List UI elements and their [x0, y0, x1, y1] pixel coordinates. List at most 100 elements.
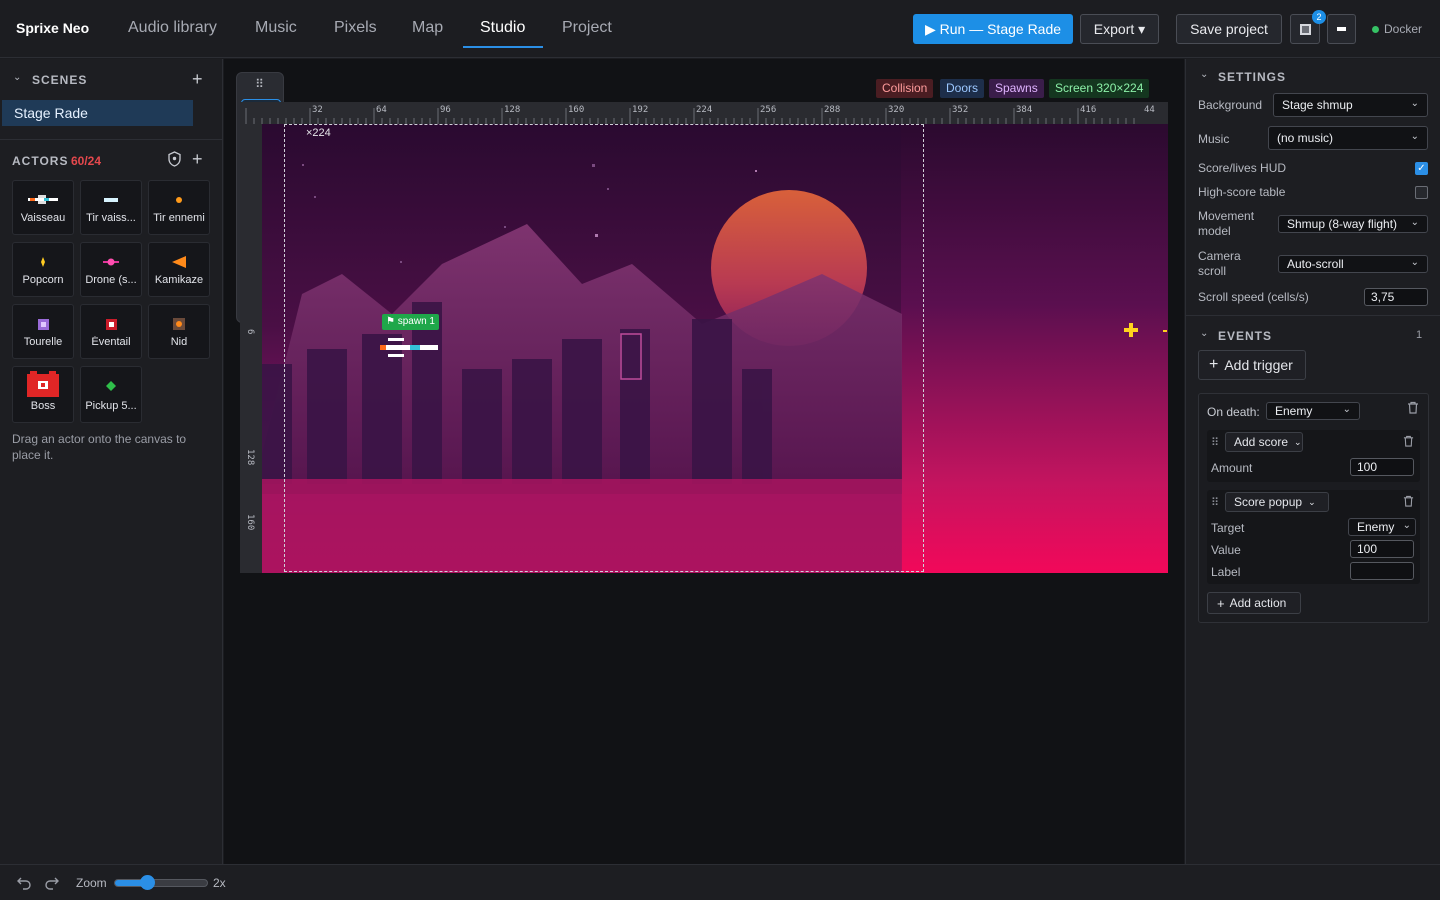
actor-card-vaisseau[interactable]: Vaisseau — [12, 180, 74, 235]
actor-label: Boss — [30, 400, 56, 412]
highscore-label: High-score table — [1198, 185, 1286, 199]
drag-handle-icon[interactable]: ⠿ — [1211, 496, 1219, 509]
target-select[interactable]: Enemy ⌄ — [1348, 518, 1416, 536]
chevron-down-icon: ⌄ — [1410, 131, 1419, 142]
save-project-button[interactable]: Save project — [1176, 14, 1282, 44]
add-action-button[interactable]: + Add action — [1207, 592, 1301, 614]
value-input[interactable]: 100 — [1350, 540, 1414, 558]
actor-label: Tir vaiss... — [86, 212, 136, 224]
actor-card-boss[interactable]: Boss — [12, 366, 74, 423]
ruler-tick-label: 96 — [440, 105, 451, 115]
chevron-down-icon: ⌄ — [1410, 98, 1419, 109]
add-action-label: Add action — [1229, 596, 1287, 610]
player-ship[interactable] — [380, 338, 438, 363]
tab-audio-library[interactable]: Audio library — [128, 19, 217, 37]
delete-event-icon[interactable] — [1407, 401, 1419, 417]
delete-action-icon[interactable] — [1403, 495, 1414, 510]
spawn-badge[interactable]: ⚑ spawn 1 — [382, 314, 439, 330]
actor-card-tir-ennemi[interactable]: Tir ennemi — [148, 180, 210, 235]
actor-label: Kamikaze — [154, 274, 204, 286]
scroll-speed-input[interactable]: 3,75 — [1364, 288, 1428, 306]
tab-map[interactable]: Map — [412, 19, 443, 37]
trigger-select[interactable]: Enemy ⌄ — [1266, 402, 1360, 420]
trigger-label: On death: — [1207, 405, 1260, 419]
hud-checkbox[interactable]: ✓ — [1415, 162, 1428, 175]
highscore-checkbox[interactable] — [1415, 186, 1428, 199]
action-name: Score popup — [1234, 495, 1303, 509]
movement-label: Movement model — [1198, 209, 1255, 238]
actor-card-eventail[interactable]: Éventail — [80, 304, 142, 359]
popcorn-icon — [13, 251, 73, 273]
actor-card-nid[interactable]: Nid — [148, 304, 210, 359]
export-button[interactable]: Export ▾ — [1080, 14, 1159, 44]
kamikaze-icon — [149, 251, 209, 273]
camera-value: Auto-scroll — [1287, 257, 1344, 271]
zoom-slider[interactable] — [114, 875, 208, 890]
score-popup-dropdown[interactable]: Score popup ⌄ — [1225, 492, 1329, 512]
background-label: Background — [1198, 98, 1263, 112]
camera-label: Camera scroll — [1198, 249, 1241, 278]
add-trigger-button[interactable]: + Add trigger — [1198, 350, 1306, 380]
actor-label: Nid — [170, 336, 188, 348]
add-actor-button[interactable]: + — [192, 149, 203, 170]
pickup-icon — [81, 375, 141, 397]
actor-label: Vaisseau — [20, 212, 66, 224]
actor-card-tir-vaisseau[interactable]: Tir vaiss... — [80, 180, 142, 235]
add-scene-button[interactable]: + — [192, 69, 203, 90]
scroll-speed-label: Scroll speed (cells/s) — [1198, 290, 1309, 304]
panel-icon — [1299, 23, 1311, 35]
target-value: Enemy — [1357, 520, 1395, 534]
chevron-down-icon[interactable]: ⌄ — [1200, 69, 1208, 80]
actor-card-popcorn[interactable]: Popcorn — [12, 242, 74, 297]
drag-handle-icon[interactable]: ⠿ — [1211, 436, 1219, 449]
movement-select[interactable]: Shmup (8-way flight) ⌄ — [1278, 215, 1428, 233]
ruler-tick-label: 44 — [1144, 105, 1155, 115]
run-button[interactable]: ▶ Run — Stage Rade — [913, 14, 1073, 44]
actor-card-drone[interactable]: Drone (s... — [80, 242, 142, 297]
chevron-down-icon: ⌄ — [1402, 520, 1411, 531]
tab-project[interactable]: Project — [562, 19, 612, 37]
actor-card-pickup[interactable]: Pickup 5... — [80, 366, 142, 423]
delete-action-icon[interactable] — [1403, 435, 1414, 450]
nest-icon — [149, 313, 209, 335]
actor-card-tourelle[interactable]: Tourelle — [12, 304, 74, 359]
drag-handle-icon[interactable]: ⠿ — [237, 77, 283, 91]
add-score-dropdown[interactable]: Add score ⌄ — [1225, 432, 1303, 452]
tab-studio[interactable]: Studio — [480, 19, 525, 37]
stage-canvas[interactable]: ×224 ⚑ spawn 1 — [262, 124, 1168, 573]
ruler-tick-label: 352 — [952, 105, 968, 115]
boss-icon — [13, 370, 73, 398]
undo-icon[interactable] — [16, 874, 32, 893]
ruler-tick-label: 128 — [504, 105, 520, 115]
scene-item-stage-rade[interactable]: Stage Rade — [2, 100, 193, 126]
minimize-button[interactable] — [1327, 14, 1356, 44]
layer-tag-collision[interactable]: Collision — [876, 79, 934, 98]
redo-icon[interactable] — [44, 874, 60, 893]
tab-music[interactable]: Music — [255, 19, 297, 37]
top-bar: Sprixe Neo Audio library Music Pixels Ma… — [0, 0, 1440, 58]
vruler-tick-label: 160 — [245, 514, 255, 530]
minus-icon — [1337, 27, 1346, 31]
tab-pixels[interactable]: Pixels — [334, 19, 377, 37]
divider — [0, 139, 223, 140]
ruler-tick-label: 192 — [632, 105, 648, 115]
chevron-down-icon: ⌄ — [1294, 436, 1302, 447]
music-select[interactable]: (no music) ⌄ — [1268, 126, 1428, 150]
camera-select[interactable]: Auto-scroll ⌄ — [1278, 255, 1428, 273]
layer-tag-doors[interactable]: Doors — [940, 79, 985, 98]
layer-tag-screen[interactable]: Screen 320×224 — [1049, 79, 1150, 98]
background-select[interactable]: Stage shmup ⌄ — [1273, 93, 1428, 117]
chevron-down-icon[interactable]: ⌄ — [1200, 328, 1208, 339]
amount-input[interactable]: 100 — [1350, 458, 1414, 476]
target-label: Target — [1211, 521, 1245, 535]
label-input[interactable] — [1350, 562, 1414, 580]
actor-card-kamikaze[interactable]: Kamikaze — [148, 242, 210, 297]
ship-icon — [13, 189, 73, 211]
chevron-down-icon[interactable]: ⌄ — [13, 72, 21, 83]
vruler-tick-label: 128 — [245, 449, 255, 465]
layer-tag-spawns[interactable]: Spawns — [989, 79, 1044, 98]
shield-icon[interactable] — [167, 151, 182, 167]
bullet-icon — [149, 189, 209, 211]
ruler-tick-label: 320 — [888, 105, 904, 115]
zoom-slider-handle[interactable] — [140, 875, 156, 890]
